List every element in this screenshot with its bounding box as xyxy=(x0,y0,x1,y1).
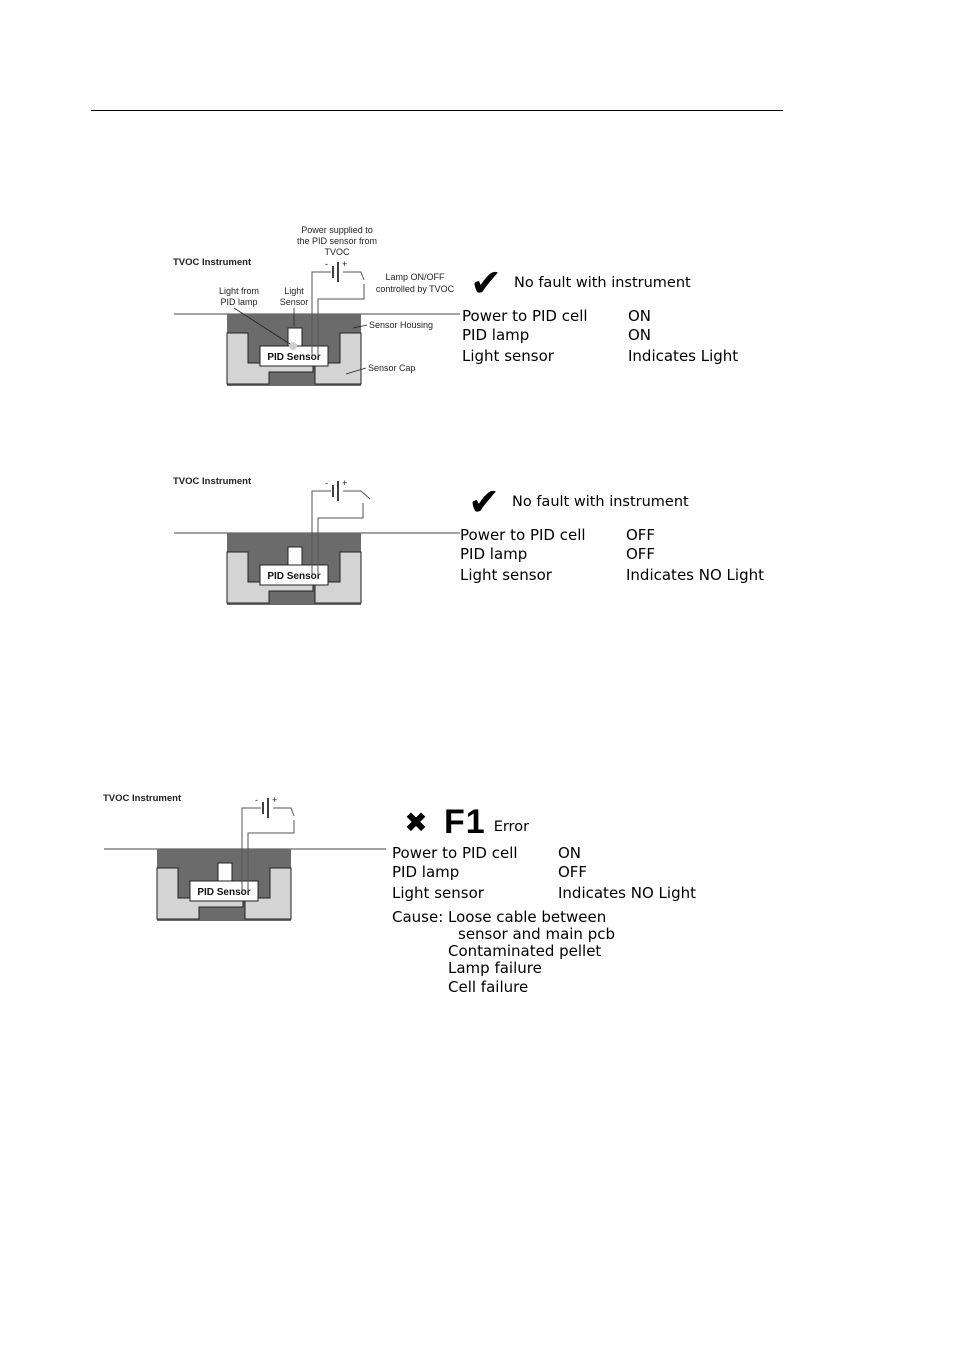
cause-item: sensor and main pcb xyxy=(458,925,616,943)
light-from-label-1: Light from xyxy=(219,286,259,296)
cause-label: Cause: xyxy=(392,908,444,926)
header-rule xyxy=(91,110,783,111)
status-row: PID lamp OFF xyxy=(392,863,696,882)
battery-plus: + xyxy=(342,478,347,488)
status-panel-3: ✖ F1 Error Power to PID cell ON PID lamp O… xyxy=(392,802,696,996)
status-row: Power to PID cell ON xyxy=(462,307,738,326)
light-sensor-label-2: Sensor xyxy=(280,297,309,307)
cause-item: Cell failure xyxy=(448,978,529,996)
power-label-1: Power supplied to xyxy=(301,225,373,235)
status-row: PID lamp OFF xyxy=(460,545,764,564)
power-label-2: the PID sensor from xyxy=(297,236,377,246)
status-row: Light sensor Indicates NO Light xyxy=(392,884,696,903)
status-row: PID lamp ON xyxy=(462,326,738,345)
error-code: F1 xyxy=(444,802,486,841)
checkmark-icon: ✔ xyxy=(468,480,500,524)
pid-diagram-2: TVOC Instrument PID Sensor - + xyxy=(170,441,470,611)
light-sensor-block xyxy=(287,546,303,566)
battery-minus: - xyxy=(255,795,258,805)
cap-label: Sensor Cap xyxy=(368,363,416,373)
row-label: Power to PID cell xyxy=(392,844,518,862)
row-value: OFF xyxy=(558,863,588,881)
diagram-title: TVOC Instrument xyxy=(173,257,252,268)
pid-sensor-label: PID Sensor xyxy=(267,571,320,582)
checkmark-icon: ✔ xyxy=(470,261,502,305)
cause-list: Cause: Loose cable between sensor and mai… xyxy=(392,909,696,996)
pid-sensor-label: PID Sensor xyxy=(197,887,250,898)
status-row: Light sensor Indicates NO Light xyxy=(460,566,764,585)
lamp-switch-label-1: Lamp ON/OFF xyxy=(385,272,445,282)
lamp-switch-label-2: controlled by TVOC xyxy=(376,284,455,294)
row-value: OFF xyxy=(626,526,656,544)
status-message: No fault with instrument xyxy=(514,275,691,291)
battery-minus: - xyxy=(325,259,328,269)
battery-plus: + xyxy=(272,795,277,805)
row-label: PID lamp xyxy=(462,326,530,344)
light-sensor-block xyxy=(217,862,233,882)
status-row: Power to PID cell ON xyxy=(392,844,696,863)
row-label: PID lamp xyxy=(392,863,460,881)
row-label: Power to PID cell xyxy=(462,307,588,325)
lamp-light-glow xyxy=(289,342,297,350)
cause-item: Loose cable between xyxy=(448,908,607,926)
housing-label: Sensor Housing xyxy=(369,320,433,330)
status-row: Power to PID cell OFF xyxy=(460,526,764,545)
row-value: Indicates NO Light xyxy=(626,566,764,584)
row-value: ON xyxy=(628,326,652,344)
status-row: Light sensor Indicates Light xyxy=(462,347,738,366)
power-label-3: TVOC xyxy=(324,247,350,257)
error-x-icon: ✖ xyxy=(404,805,428,839)
status-message: No fault with instrument xyxy=(512,494,689,510)
diagram-title: TVOC Instrument xyxy=(173,476,252,487)
cause-item: Lamp failure xyxy=(448,959,542,977)
battery-minus: - xyxy=(325,478,328,488)
light-sensor-label-1: Light xyxy=(284,286,304,296)
diagram-title: TVOC Instrument xyxy=(103,793,182,804)
error-label: Error xyxy=(493,819,530,835)
row-value: OFF xyxy=(626,545,656,563)
pid-diagram-3: TVOC Instrument PID Sensor - + xyxy=(100,758,400,928)
cause-item: Contaminated pellet xyxy=(448,942,602,960)
status-panel-2: ✔ No fault with instrument Power to PID … xyxy=(460,482,764,585)
open-switch xyxy=(343,490,371,500)
sensor-assembly: PID Sensor xyxy=(174,532,460,605)
row-value: ON xyxy=(558,844,582,862)
row-value: ON xyxy=(628,307,652,325)
status-panel-1: ✔ No fault with instrument Power to PID … xyxy=(462,263,738,366)
row-label: Light sensor xyxy=(392,884,484,902)
battery-plus: + xyxy=(342,259,347,269)
pid-sensor-label: PID Sensor xyxy=(267,352,320,363)
row-value: Indicates NO Light xyxy=(558,884,696,902)
row-label: Light sensor xyxy=(460,566,552,584)
pid-diagram-1: TVOC Instrument Power supplied to the PI… xyxy=(170,222,470,392)
row-label: PID lamp xyxy=(460,545,528,563)
row-label: Light sensor xyxy=(462,347,554,365)
row-value: Indicates Light xyxy=(628,347,739,365)
light-from-label-2: PID lamp xyxy=(220,297,257,307)
sensor-assembly: PID Sensor xyxy=(104,848,386,921)
row-label: Power to PID cell xyxy=(460,526,586,544)
